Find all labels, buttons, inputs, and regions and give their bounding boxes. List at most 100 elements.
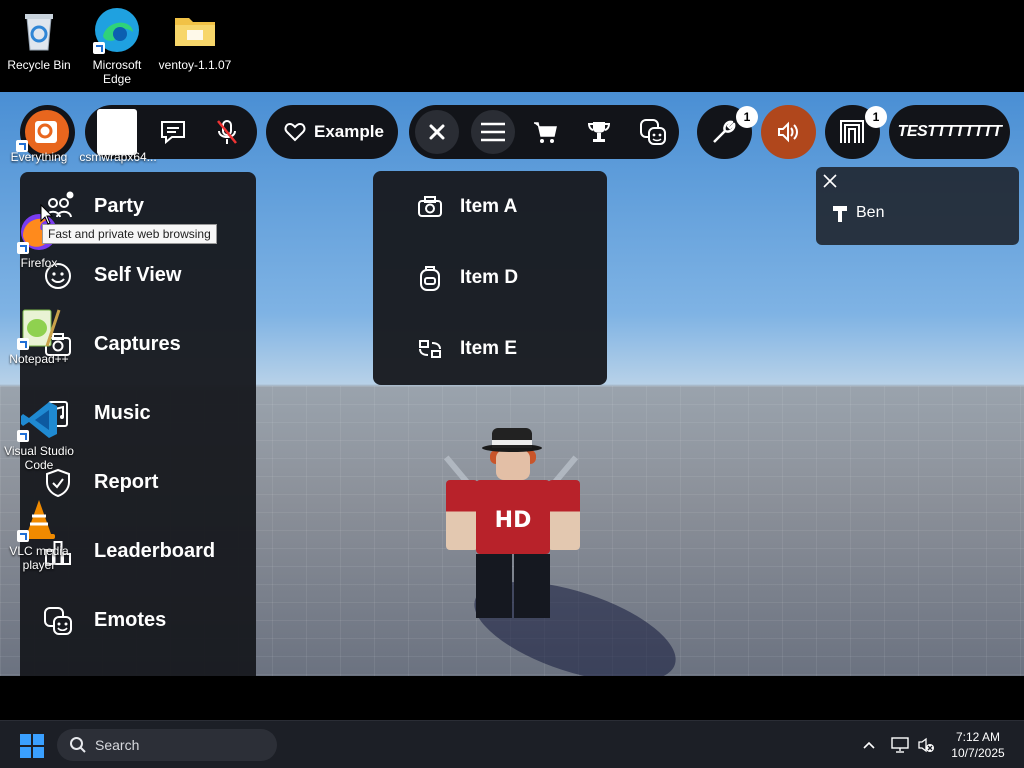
taskbar-clock[interactable]: 7:12 AM 10/7/2025	[940, 729, 1016, 761]
menu-item-label: Self View	[94, 264, 182, 286]
mic-button[interactable]	[207, 112, 247, 152]
menu-item-label: Leaderboard	[94, 540, 216, 562]
notepadpp-icon	[17, 306, 61, 350]
desktop-icon-label: Firefox	[20, 256, 58, 270]
close-icon	[429, 124, 445, 140]
mic-muted-icon	[217, 120, 237, 144]
wrench-icon	[713, 120, 736, 143]
chevron-up-icon	[863, 741, 875, 749]
desktop-icon-label: ventoy-1.1.07	[158, 58, 232, 72]
hamburger-button[interactable]	[471, 110, 515, 154]
desktop-icon-csmwrap[interactable]: csmwrapx64...	[76, 150, 160, 164]
camera-icon	[416, 193, 444, 221]
example-button[interactable]: Example	[266, 105, 398, 159]
player-row[interactable]: Ben	[830, 203, 884, 223]
desktop-icon-vscode[interactable]: Visual Studio Code	[2, 398, 76, 472]
recycle-bin-icon	[15, 6, 63, 54]
shortcut-arrow-icon	[17, 338, 29, 350]
menu-item-label: Report	[94, 471, 159, 493]
tools-badge: 1	[736, 106, 758, 128]
hamburger-icon	[481, 122, 505, 142]
username-label: TESTTTTTTTT	[897, 123, 1002, 140]
menu-item-label: Emotes	[94, 609, 167, 631]
dropdown-item-d[interactable]: Item D	[373, 242, 607, 313]
desktop-icon-recycle-bin[interactable]: Recycle Bin	[1, 6, 77, 72]
speaker-icon	[778, 121, 798, 143]
trophy-icon	[587, 122, 611, 142]
shortcut-arrow-icon	[17, 430, 29, 442]
desktop-icon-notepadpp[interactable]: Notepad++	[2, 306, 76, 366]
desktop-top-strip: Recycle Bin Microsoft Edge ventoy-1.1.07	[0, 0, 1024, 92]
taskbar: Search 7:12 AM 10/7/2025	[0, 720, 1024, 768]
start-button[interactable]	[20, 734, 44, 758]
edge-icon	[93, 6, 141, 54]
example-label: Example	[314, 122, 384, 141]
desktop-icon-label: Microsoft Edge	[92, 58, 142, 86]
emotes-icon	[40, 603, 76, 639]
backpack-icon	[416, 264, 444, 292]
search-icon	[70, 737, 86, 753]
vlc-icon	[17, 498, 61, 542]
cart-icon	[534, 122, 557, 143]
mouse-cursor-icon	[40, 204, 54, 225]
clock-time: 7:12 AM	[955, 730, 1001, 744]
shop-button[interactable]	[525, 112, 565, 152]
audio-button[interactable]	[761, 105, 816, 159]
dropdown-item-label: Item D	[460, 266, 519, 288]
dropdown-item-label: Item A	[460, 195, 518, 217]
desktop-bottom-strip	[0, 676, 1024, 720]
player-name: Ben	[856, 204, 885, 221]
file-icon	[97, 109, 137, 155]
items-dropdown: Item A Item D Item E	[373, 171, 607, 385]
shortcut-arrow-icon	[93, 42, 105, 54]
desktop-icon-label: VLC media player	[9, 544, 69, 572]
desktop-icon-label: Visual Studio Code	[4, 444, 74, 472]
player-avatar: HD	[440, 428, 585, 618]
clock-date: 10/7/2025	[951, 746, 1005, 760]
main-toolbar-pill	[409, 105, 679, 159]
desktop-icon-label: Recycle Bin	[7, 58, 71, 72]
desktop-icon-everything[interactable]: Everything	[2, 140, 76, 164]
dropdown-item-a[interactable]: Item A	[373, 171, 607, 242]
show-hidden-icons-button[interactable]	[858, 721, 880, 768]
volume-muted-icon	[918, 737, 934, 753]
heart-icon	[284, 122, 306, 142]
volume-button[interactable]	[914, 721, 938, 768]
menu-item-label: Captures	[94, 333, 181, 355]
hammer-icon	[833, 206, 847, 222]
desktop-icon-vlc[interactable]: VLC media player	[2, 498, 76, 572]
maze-icon	[840, 120, 864, 143]
network-button[interactable]	[888, 721, 912, 768]
firefox-tooltip: Fast and private web browsing	[42, 224, 217, 244]
folder-icon	[171, 6, 219, 54]
shortcut-arrow-icon	[17, 530, 29, 542]
emotes-icon	[640, 119, 666, 145]
swap-icon	[416, 335, 444, 363]
player-list: Ben	[816, 167, 1019, 245]
desktop-icon-label: Everything	[10, 150, 68, 164]
shortcut-arrow-icon	[17, 242, 29, 254]
menu-item-emotes[interactable]: Emotes	[20, 586, 256, 655]
close-icon	[823, 174, 837, 188]
close-menu-button[interactable]	[415, 110, 459, 154]
trophy-button[interactable]	[579, 112, 619, 152]
chat-icon	[161, 121, 185, 145]
desktop-icon-label: Notepad++	[9, 352, 69, 366]
desktop-icon-label: csmwrapx64...	[79, 150, 157, 164]
search-label: Search	[95, 737, 140, 753]
capes-badge: 1	[865, 106, 887, 128]
desktop-icon-ventoy[interactable]: ventoy-1.1.07	[157, 6, 233, 72]
menu-item-label: Music	[94, 402, 151, 424]
desktop-icon-edge[interactable]: Microsoft Edge	[79, 6, 155, 86]
network-icon	[891, 737, 909, 753]
menu-item-label: Party	[94, 195, 145, 217]
shortcut-arrow-icon	[16, 140, 28, 152]
player-list-close-button[interactable]	[822, 173, 838, 189]
username-button[interactable]: TESTTTTTTTT	[889, 105, 1010, 159]
dropdown-item-e[interactable]: Item E	[373, 313, 607, 384]
dropdown-item-label: Item E	[460, 337, 518, 359]
taskbar-search[interactable]: Search	[57, 729, 277, 761]
emotes-button[interactable]	[633, 112, 673, 152]
vscode-icon	[17, 398, 61, 442]
chat-button[interactable]	[153, 112, 193, 152]
